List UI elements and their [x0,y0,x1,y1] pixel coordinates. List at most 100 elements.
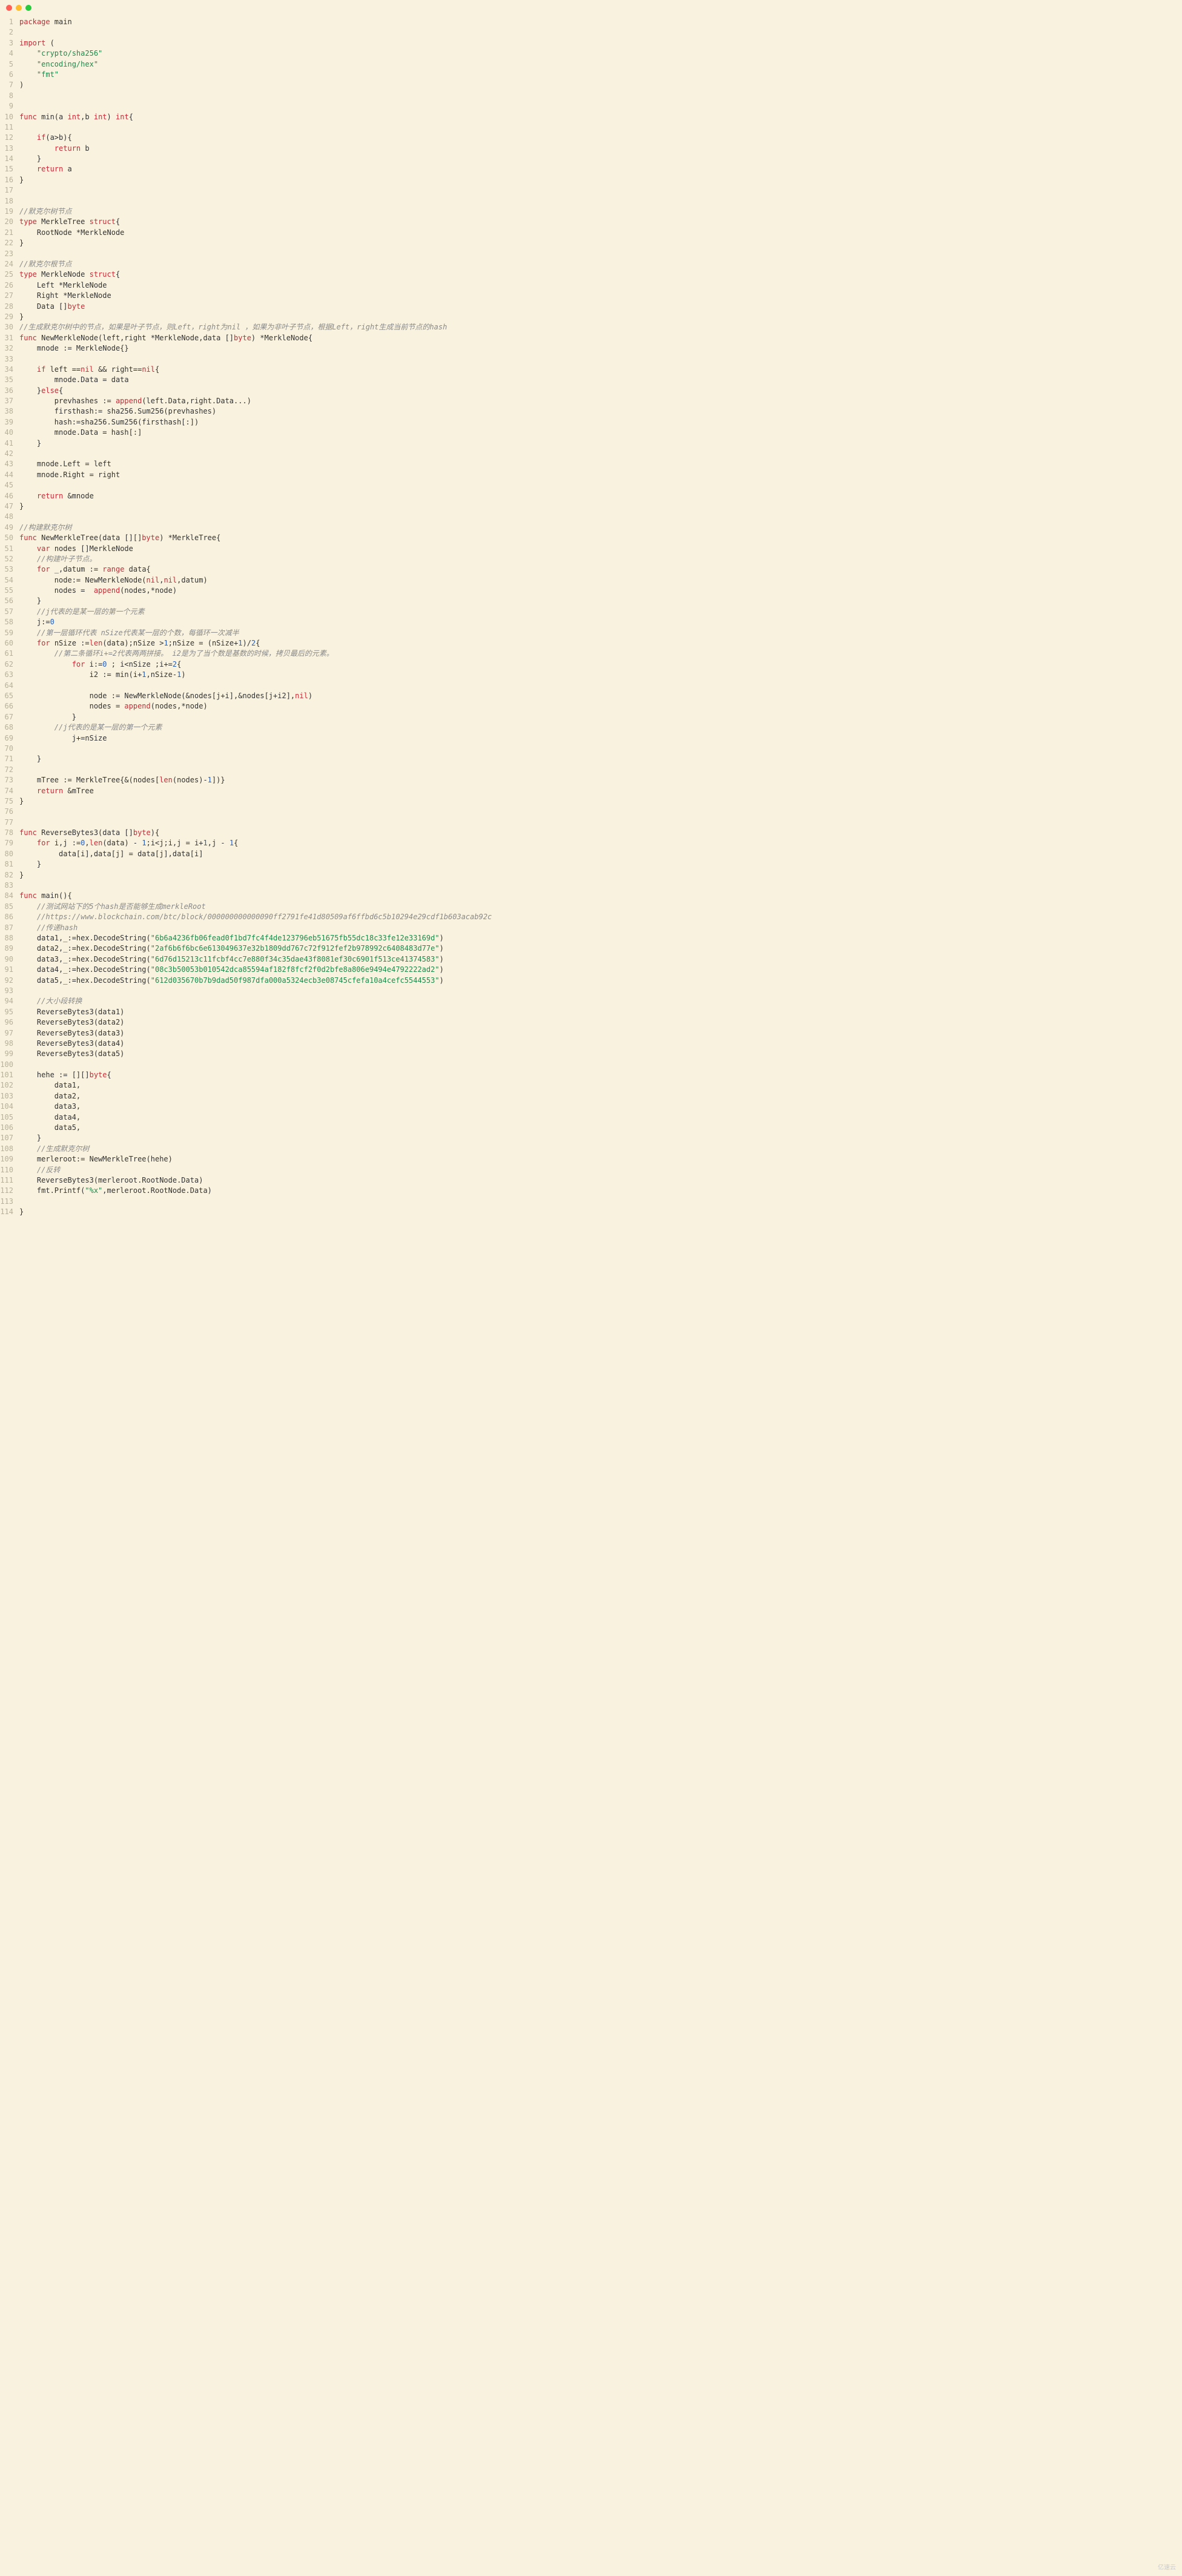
line-number: 8 [0,91,19,101]
line-number: 108 [0,1144,19,1154]
line-number: 53 [0,564,19,575]
line-number: 58 [0,617,19,627]
code-line: 37 prevhashes := append(left.Data,right.… [0,396,1182,406]
line-number: 64 [0,681,19,691]
code-text: } [19,501,1182,512]
code-text: } [19,175,1182,185]
code-area[interactable]: 1package main23import (4 "crypto/sha256"… [0,16,1182,1224]
code-line: 57 //j代表的是某一层的第一个元素 [0,607,1182,617]
line-number: 94 [0,996,19,1006]
code-text [19,27,1182,38]
line-number: 54 [0,575,19,586]
code-text: data3,_:=hex.DecodeString("6d76d15213c11… [19,954,1182,965]
code-text: hash:=sha256.Sum256(firsthash[:]) [19,417,1182,428]
code-text: ReverseBytes3(data2) [19,1017,1182,1028]
code-line: 81 } [0,859,1182,870]
line-number: 26 [0,280,19,291]
code-text: data4, [19,1112,1182,1123]
line-number: 72 [0,765,19,775]
code-line: 31func NewMerkleNode(left,right *MerkleN… [0,333,1182,343]
code-line: 98 ReverseBytes3(data4) [0,1039,1182,1049]
code-text: ReverseBytes3(data1) [19,1007,1182,1017]
code-text: } [19,154,1182,164]
code-line: 106 data5, [0,1123,1182,1133]
code-line: 40 mnode.Data = hash[:] [0,428,1182,438]
code-line: 53 for _,datum := range data{ [0,564,1182,575]
code-text: for _,datum := range data{ [19,564,1182,575]
code-text: }else{ [19,386,1182,396]
line-number: 111 [0,1175,19,1186]
code-line: 102 data1, [0,1080,1182,1091]
code-text: } [19,312,1182,322]
line-number: 65 [0,691,19,701]
line-number: 66 [0,701,19,712]
line-number: 38 [0,406,19,417]
line-number: 62 [0,659,19,670]
code-line: 32 mnode := MerkleNode{} [0,343,1182,354]
code-line: 55 nodes = append(nodes,*node) [0,586,1182,596]
code-line: 38 firsthash:= sha256.Sum256(prevhashes) [0,406,1182,417]
code-text: Right *MerkleNode [19,291,1182,301]
code-line: 70 [0,744,1182,754]
code-text: mnode.Data = hash[:] [19,428,1182,438]
line-number: 37 [0,396,19,406]
code-line: 49//构建默克尔树 [0,523,1182,533]
line-number: 114 [0,1207,19,1217]
code-text: fmt.Printf("%x",merleroot.RootNode.Data) [19,1186,1182,1196]
code-text: "encoding/hex" [19,59,1182,70]
code-line: 63 i2 := min(i+1,nSize-1) [0,670,1182,680]
code-text: } [19,796,1182,807]
code-line: 99 ReverseBytes3(data5) [0,1049,1182,1059]
line-number: 33 [0,354,19,365]
line-number: 13 [0,144,19,154]
code-text [19,986,1182,996]
line-number: 18 [0,196,19,206]
code-text: } [19,1207,1182,1217]
code-text: mTree := MerkleTree{&(nodes[len(nodes)-1… [19,775,1182,785]
code-text: return a [19,164,1182,174]
code-line: 12 if(a>b){ [0,133,1182,143]
code-line: 91 data4,_:=hex.DecodeString("08c3b50053… [0,965,1182,975]
code-line: 5 "encoding/hex" [0,59,1182,70]
line-number: 93 [0,986,19,996]
line-number: 17 [0,185,19,196]
line-number: 84 [0,891,19,901]
code-line: 13 return b [0,144,1182,154]
code-text: ReverseBytes3(data5) [19,1049,1182,1059]
code-line: 112 fmt.Printf("%x",merleroot.RootNode.D… [0,1186,1182,1196]
code-line: 19//默克尔树节点 [0,206,1182,217]
code-line: 44 mnode.Right = right [0,470,1182,480]
code-line: 82} [0,870,1182,880]
line-number: 105 [0,1112,19,1123]
line-number: 61 [0,649,19,659]
line-number: 36 [0,386,19,396]
code-line: 78func ReverseBytes3(data []byte){ [0,828,1182,838]
line-number: 42 [0,449,19,459]
code-text: //第二条循环i+=2代表两两拼接。 i2是为了当个数是基数的时候，拷贝最后的元… [19,649,1182,659]
code-text: //构建叶子节点。 [19,554,1182,564]
editor-window: 1package main23import (4 "crypto/sha256"… [0,0,1182,1224]
code-line: 9 [0,101,1182,111]
line-number: 48 [0,512,19,522]
code-line: 56 } [0,596,1182,606]
code-line: 48 [0,512,1182,522]
code-text: data[i],data[j] = data[j],data[i] [19,849,1182,859]
minimize-icon[interactable] [16,5,22,11]
code-text: "fmt" [19,70,1182,80]
code-text [19,91,1182,101]
code-text: data1,_:=hex.DecodeString("6b6a4236fb06f… [19,933,1182,943]
code-text: RootNode *MerkleNode [19,228,1182,238]
code-text: ReverseBytes3(merleroot.RootNode.Data) [19,1175,1182,1186]
code-text: //https://www.blockchain.com/btc/block/0… [19,912,1182,922]
code-line: 24//默克尔根节点 [0,259,1182,269]
line-number: 69 [0,733,19,744]
code-text: for nSize :=len(data);nSize >1;nSize = (… [19,638,1182,649]
code-text: "crypto/sha256" [19,48,1182,59]
code-text: node := NewMerkleNode(&nodes[j+i],&nodes… [19,691,1182,701]
close-icon[interactable] [6,5,12,11]
maximize-icon[interactable] [25,5,31,11]
code-text [19,480,1182,490]
code-text: hehe := [][]byte{ [19,1070,1182,1080]
line-number: 29 [0,312,19,322]
line-number: 55 [0,586,19,596]
